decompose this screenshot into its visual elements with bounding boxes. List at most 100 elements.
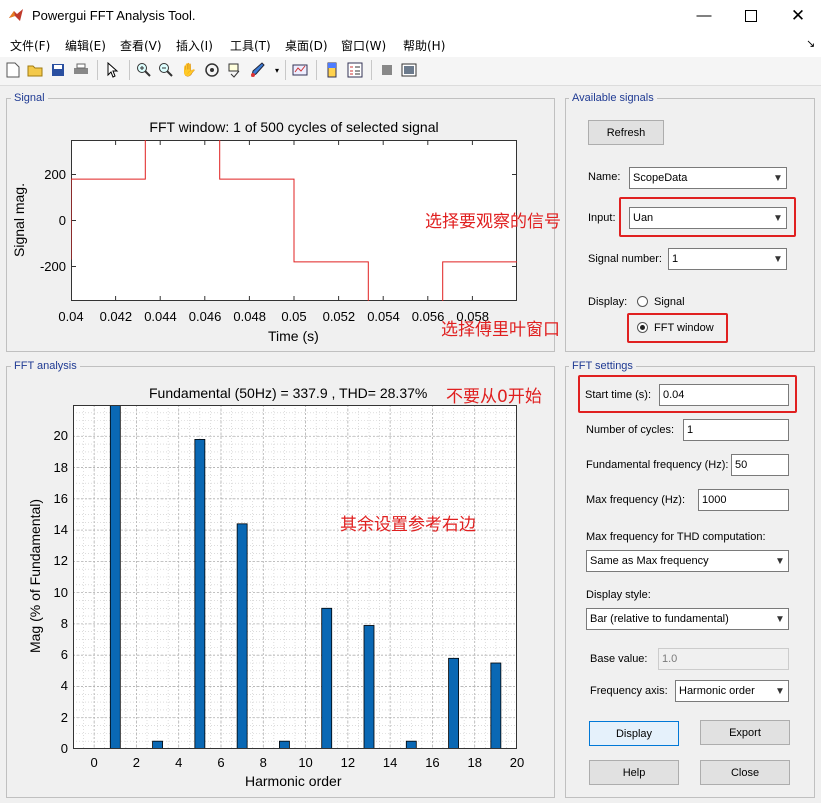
fft-xtick: 12 — [340, 755, 356, 770]
export-button[interactable]: Export — [700, 720, 790, 745]
thd-select[interactable]: Same as Max frequency ▼ — [586, 550, 789, 572]
fft-bar — [236, 523, 248, 749]
menu-tools[interactable]: 工具(T) — [230, 37, 271, 54]
close-window-button[interactable]: ✕ — [775, 0, 821, 31]
menu-dock-arrow-icon[interactable]: ↘ — [806, 37, 815, 50]
fund-freq-input[interactable]: 50 — [731, 454, 789, 476]
zoom-out-icon[interactable] — [157, 61, 175, 79]
chevron-down-icon: ▼ — [773, 172, 783, 184]
show-plot-tools-icon[interactable] — [400, 61, 418, 79]
max-freq-input[interactable]: 1000 — [698, 489, 789, 511]
fft-bar — [321, 607, 333, 749]
rotate-3d-icon[interactable] — [203, 61, 221, 79]
fft-plot-area[interactable] — [73, 405, 517, 749]
fft-xtick: 2 — [132, 755, 141, 770]
signal-xtick: 0.052 — [322, 309, 356, 324]
signal-number-label: Signal number: — [588, 253, 662, 265]
brush-dropdown-icon[interactable]: ▾ — [268, 61, 286, 79]
refresh-button[interactable]: Refresh — [588, 120, 664, 145]
brush-icon[interactable] — [249, 61, 267, 79]
fft-panel-title: FFT analysis — [11, 360, 80, 372]
signal-xtick: 0.044 — [144, 309, 177, 324]
help-button[interactable]: Help — [589, 760, 679, 785]
minimize-icon: — — [696, 7, 712, 24]
fft-xtick: 16 — [425, 755, 440, 770]
fft-ytick: 4 — [60, 678, 68, 694]
display-button[interactable]: Display — [589, 721, 679, 746]
hide-plot-tools-icon[interactable] — [378, 61, 396, 79]
pointer-icon[interactable] — [104, 61, 122, 79]
fft-bar — [194, 439, 206, 749]
close-button[interactable]: Close — [700, 760, 790, 785]
chevron-down-icon: ▼ — [775, 555, 785, 567]
toolbar-separator — [371, 60, 372, 80]
window-title: Powergui FFT Analysis Tool. — [32, 8, 196, 23]
fft-xtick: 4 — [175, 755, 183, 770]
signal-ylabel: Signal mag. — [10, 183, 27, 257]
radio-signal[interactable] — [637, 296, 648, 307]
fft-ytick: 6 — [60, 647, 68, 663]
signal-number-select[interactable]: 1 ▼ — [668, 248, 787, 270]
fft-ytick: 18 — [53, 459, 68, 475]
signal-plot-title: FFT window: 1 of 500 cycles of selected … — [149, 119, 439, 135]
signal-number-value: 1 — [672, 253, 679, 265]
maximize-icon — [745, 9, 757, 22]
menu-view[interactable]: 查看(V) — [120, 37, 162, 54]
available-signals-title: Available signals — [569, 92, 657, 104]
fft-ytick: 16 — [53, 490, 68, 506]
cycles-input[interactable]: 1 — [683, 419, 789, 441]
menu-insert[interactable]: 插入(I) — [176, 37, 213, 54]
minimize-button[interactable]: — — [681, 0, 727, 31]
fft-ytick: 2 — [60, 709, 68, 725]
toolbar-separator — [285, 60, 286, 80]
print-icon[interactable] — [72, 61, 90, 79]
fft-xtick: 6 — [217, 755, 225, 770]
open-folder-icon[interactable] — [26, 61, 44, 79]
fft-xtick: 18 — [467, 755, 482, 770]
fft-bar — [109, 405, 121, 749]
data-cursor-icon[interactable] — [226, 61, 244, 79]
fft-ytick: 10 — [53, 584, 68, 600]
annotation-box-fft-window — [627, 313, 728, 343]
fft-ytick: 14 — [53, 522, 68, 538]
fft-bar — [405, 740, 417, 749]
pan-hand-icon[interactable]: ✋ — [180, 61, 198, 79]
annotation-select-signal: 选择要观察的信号 — [425, 212, 561, 232]
menu-edit[interactable]: 编辑(E) — [65, 37, 106, 54]
signal-panel-title: Signal — [11, 92, 48, 104]
menu-help[interactable]: 帮助(H) — [403, 37, 445, 54]
name-label: Name: — [588, 171, 621, 183]
toolbar-separator — [97, 60, 98, 80]
max-freq-label: Max frequency (Hz): — [586, 494, 686, 506]
new-figure-icon[interactable] — [4, 61, 22, 79]
menu-window[interactable]: 窗口(W) — [341, 37, 386, 54]
fft-xtick: 20 — [509, 755, 525, 770]
zoom-in-icon[interactable] — [135, 61, 153, 79]
signal-xtick: 0.05 — [281, 309, 307, 324]
base-value-input[interactable]: 1.0 — [658, 648, 789, 670]
signal-xlabel: Time (s) — [268, 328, 319, 344]
annotation-other-settings: 其余设置参考右边 — [340, 515, 476, 535]
toolbar-separator — [129, 60, 130, 80]
link-plot-icon[interactable] — [291, 61, 309, 79]
radio-signal-label[interactable]: Signal — [654, 296, 685, 308]
annotation-box-start-time — [578, 375, 797, 413]
close-icon: ✕ — [790, 5, 806, 25]
fft-xtick: 8 — [259, 755, 267, 770]
toolbar-separator — [316, 60, 317, 80]
save-icon[interactable] — [49, 61, 67, 79]
chevron-down-icon: ▼ — [775, 613, 785, 625]
cycles-label: Number of cycles: — [586, 424, 675, 436]
signal-xtick: 0.042 — [99, 309, 133, 324]
display-style-select[interactable]: Bar (relative to fundamental) ▼ — [586, 608, 789, 630]
annotation-select-fft-window: 选择傅里叶窗口 — [441, 320, 560, 340]
colorbar-icon[interactable] — [323, 61, 341, 79]
menu-desktop[interactable]: 桌面(D) — [285, 37, 328, 54]
name-value: ScopeData — [633, 172, 688, 184]
maximize-button[interactable] — [728, 0, 774, 31]
freq-axis-label: Frequency axis: — [590, 685, 668, 697]
legend-icon[interactable] — [346, 61, 364, 79]
name-select[interactable]: ScopeData ▼ — [629, 167, 787, 189]
freq-axis-select[interactable]: Harmonic order ▼ — [675, 680, 789, 702]
menu-file[interactable]: 文件(F) — [10, 37, 50, 54]
